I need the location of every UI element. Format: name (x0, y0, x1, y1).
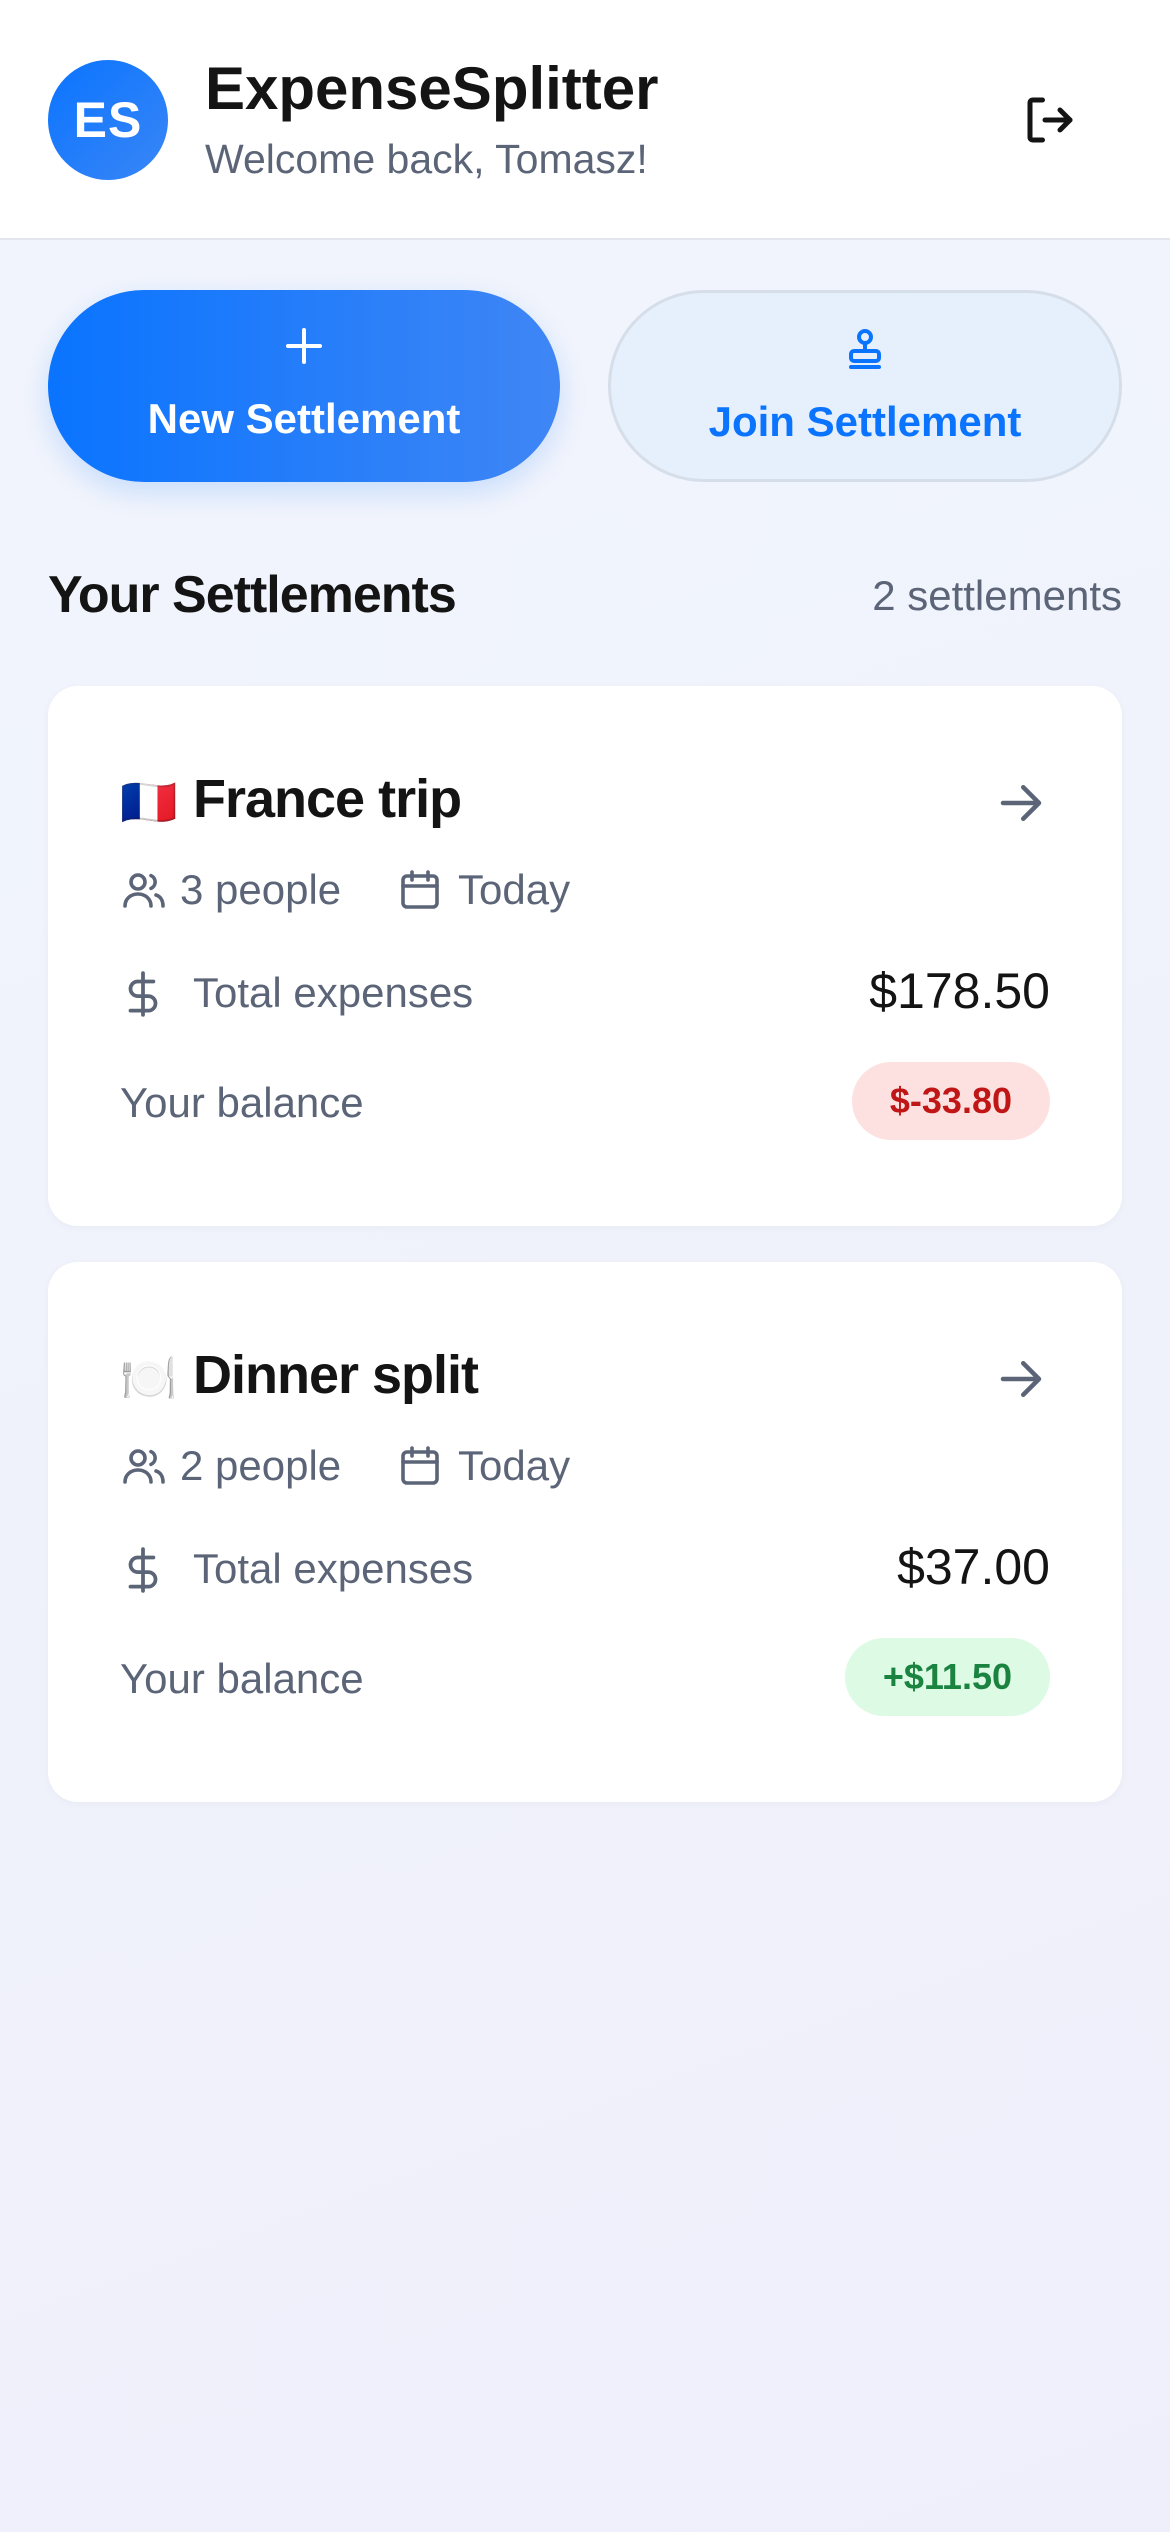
balance-label: Your balance (120, 1079, 364, 1126)
settlement-title: France trip (193, 769, 462, 829)
users-icon (123, 873, 165, 908)
settlement-date: Today (458, 1442, 571, 1489)
arrow-right-icon[interactable] (994, 1352, 1048, 1406)
users-icon (123, 1449, 165, 1484)
section-title: Your Settlements (48, 566, 457, 624)
app-title: ExpenseSplitter (205, 55, 659, 122)
total-expenses-value: $37.00 (897, 1539, 1050, 1595)
people-count: 2 people (180, 1442, 342, 1489)
logout-icon[interactable] (1020, 90, 1080, 150)
balance-badge: $-33.80 (851, 1062, 1050, 1140)
avatar[interactable]: ES (48, 60, 168, 180)
app-header: ES ExpenseSplitter Welcome back, Tomasz! (0, 0, 1170, 240)
settlement-title: Dinner split (193, 1345, 479, 1405)
join-settlement-button[interactable]: Join Settlement (608, 290, 1122, 482)
plus-icon (286, 328, 322, 364)
settlement-card[interactable]: 🇫🇷 France trip 3 people Today Total expe… (48, 686, 1122, 1226)
new-settlement-button[interactable]: New Settlement (48, 290, 560, 482)
total-expenses-label: Total expenses (193, 969, 474, 1016)
settlement-card[interactable]: 🍽️ Dinner split 2 people Today Total exp… (48, 1262, 1122, 1802)
settlement-count: 2 settlements (872, 572, 1122, 619)
welcome-message: Welcome back, Tomasz! (205, 136, 648, 182)
stamp-icon (849, 329, 881, 369)
settlement-date: Today (458, 866, 571, 913)
calendar-icon (401, 1446, 439, 1485)
balance-label: Your balance (120, 1655, 364, 1702)
join-settlement-label: Join Settlement (708, 398, 1022, 445)
calendar-icon (401, 870, 439, 909)
balance-badge: +$11.50 (844, 1638, 1050, 1716)
arrow-right-icon[interactable] (994, 776, 1048, 830)
total-expenses-value: $178.50 (869, 963, 1050, 1019)
total-expenses-label: Total expenses (193, 1545, 474, 1592)
flag-france-icon: 🇫🇷 (120, 776, 178, 828)
plate-cutlery-icon: 🍽️ (120, 1352, 178, 1404)
dollar-icon (128, 971, 158, 1017)
dollar-icon (128, 1547, 158, 1593)
people-count: 3 people (180, 866, 342, 913)
new-settlement-label: New Settlement (147, 395, 461, 442)
